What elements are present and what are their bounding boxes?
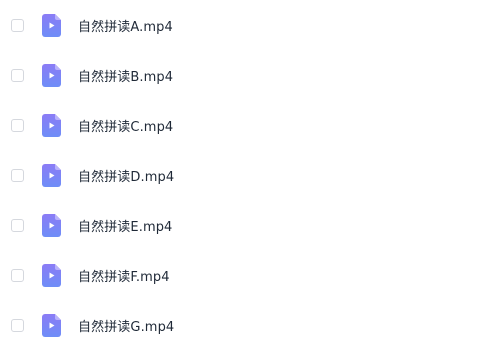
file-name[interactable]: 自然拼读A.mp4 — [78, 16, 173, 35]
file-name[interactable]: 自然拼读D.mp4 — [78, 166, 174, 185]
list-item[interactable]: 自然拼读C.mp4 — [0, 100, 487, 150]
video-file-icon — [42, 213, 61, 237]
list-item[interactable]: 自然拼读A.mp4 — [0, 0, 487, 50]
file-name[interactable]: 自然拼读E.mp4 — [78, 216, 172, 235]
list-item[interactable]: 自然拼读G.mp4 — [0, 300, 487, 350]
file-name[interactable]: 自然拼读F.mp4 — [78, 266, 170, 285]
select-checkbox[interactable] — [11, 68, 24, 82]
list-item[interactable]: 自然拼读D.mp4 — [0, 150, 487, 200]
list-item[interactable]: 自然拼读E.mp4 — [0, 200, 487, 250]
video-file-icon — [42, 63, 61, 87]
video-file-icon — [42, 263, 61, 287]
list-item[interactable]: 自然拼读F.mp4 — [0, 250, 487, 300]
select-checkbox[interactable] — [11, 168, 24, 182]
video-file-icon — [42, 13, 61, 37]
select-checkbox[interactable] — [11, 268, 24, 282]
video-file-icon — [42, 313, 61, 337]
video-file-icon — [42, 113, 61, 137]
select-checkbox[interactable] — [11, 118, 24, 132]
file-name[interactable]: 自然拼读B.mp4 — [78, 66, 173, 85]
file-name[interactable]: 自然拼读G.mp4 — [78, 316, 174, 335]
select-checkbox[interactable] — [11, 18, 24, 32]
file-name[interactable]: 自然拼读C.mp4 — [78, 116, 173, 135]
select-checkbox[interactable] — [11, 218, 24, 232]
video-file-icon — [42, 163, 61, 187]
select-checkbox[interactable] — [11, 318, 24, 332]
list-item[interactable]: 自然拼读B.mp4 — [0, 50, 487, 100]
file-list: 自然拼读A.mp4 自然拼读B.mp4 自然拼读C.mp4 自然拼读D.mp4 … — [0, 0, 487, 350]
